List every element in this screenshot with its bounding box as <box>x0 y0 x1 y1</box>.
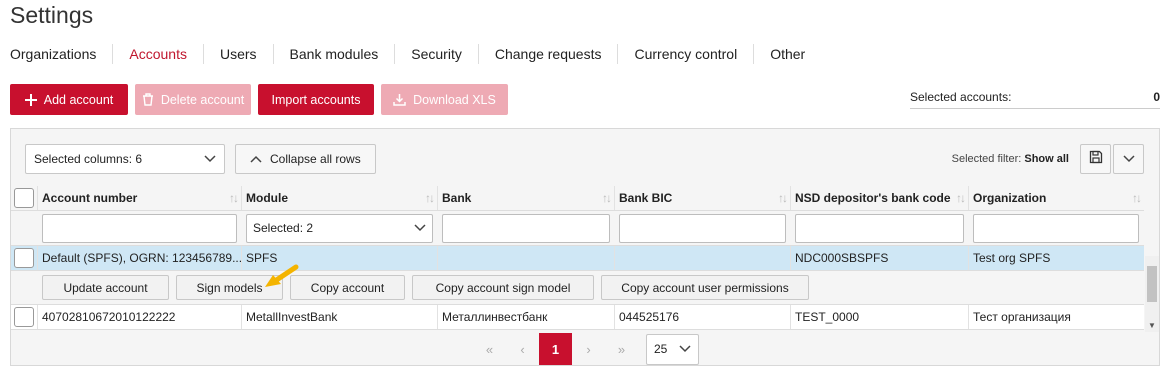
sort-icon: ↑↓ <box>425 191 435 205</box>
tab-users[interactable]: Users <box>202 44 273 64</box>
organization-filter-input[interactable] <box>973 213 1139 243</box>
next-page-button[interactable]: › <box>572 333 605 365</box>
delete-account-button[interactable]: Delete account <box>135 84 251 115</box>
cell-account-number: 40702810672010122222 <box>38 305 242 329</box>
selected-accounts-summary: Selected accounts: 0 <box>910 90 1160 109</box>
cell-nsd-code: NDC000SBSPFS <box>791 246 969 270</box>
bank-bic-filter-input[interactable] <box>619 213 786 243</box>
update-account-button[interactable]: Update account <box>42 275 169 300</box>
last-page-button[interactable]: » <box>605 333 638 365</box>
selected-columns-select[interactable]: Selected columns: 6 <box>25 144 225 174</box>
chevron-down-icon <box>679 342 691 356</box>
settings-tabs: Organizations Accounts Users Bank module… <box>0 44 821 64</box>
delete-account-label: Delete account <box>160 92 245 107</box>
page-title: Settings <box>10 2 94 28</box>
tab-organizations[interactable]: Organizations <box>0 44 112 64</box>
account-number-filter-input[interactable] <box>42 213 237 243</box>
column-header-organization[interactable]: Organization ↑↓ <box>969 186 1144 210</box>
select-all-checkbox[interactable] <box>14 188 34 208</box>
tab-security[interactable]: Security <box>394 44 478 64</box>
filter-menu-button[interactable] <box>1113 144 1144 174</box>
collapse-all-rows-button[interactable]: Collapse all rows <box>235 144 376 174</box>
accounts-panel: Selected columns: 6 Collapse all rows Se… <box>10 128 1160 366</box>
cell-account-number: Default (SPFS), OGRN: 123456789... <box>38 246 242 270</box>
table-row[interactable]: Default (SPFS), OGRN: 123456789... SPFS … <box>11 246 1144 271</box>
cell-organization: Тест организация <box>973 310 1071 324</box>
tab-bank-modules[interactable]: Bank modules <box>272 44 395 64</box>
tab-currency-control[interactable]: Currency control <box>617 44 753 64</box>
selected-accounts-count: 0 <box>1153 90 1160 104</box>
accounts-table: Account number ↑↓ Module ↑↓ Bank ↑↓ Bank BI… <box>11 186 1144 330</box>
row-actions: Update account Sign models Copy account … <box>11 271 1144 305</box>
first-page-button[interactable]: « <box>473 333 506 365</box>
table-header-row: Account number ↑↓ Module ↑↓ Bank ↑↓ Bank BI… <box>11 186 1144 211</box>
page-1-button[interactable]: 1 <box>539 333 572 365</box>
import-accounts-label: Import accounts <box>271 92 361 107</box>
download-xls-label: Download XLS <box>413 92 496 107</box>
tab-change-requests[interactable]: Change requests <box>477 44 618 64</box>
copy-account-button[interactable]: Copy account <box>290 275 405 300</box>
copy-account-user-permissions-button[interactable]: Copy account user permissions <box>601 275 809 300</box>
prev-page-button[interactable]: ‹ <box>506 333 539 365</box>
bank-filter-input[interactable] <box>442 213 610 243</box>
pointer-arrow-icon <box>261 263 301 296</box>
add-account-label: Add account <box>43 92 114 107</box>
row-checkbox[interactable] <box>14 248 34 268</box>
chevron-up-icon <box>250 155 262 163</box>
column-header-bank-bic[interactable]: Bank BIC ↑↓ <box>615 186 791 210</box>
column-header-account-number[interactable]: Account number ↑↓ <box>38 186 242 210</box>
table-scrollbar[interactable]: ▼ <box>1145 256 1159 332</box>
tab-other[interactable]: Other <box>753 44 821 64</box>
sort-icon: ↑↓ <box>778 191 788 205</box>
nsd-code-filter-input[interactable] <box>795 213 964 243</box>
cell-nsd-code: TEST_0000 <box>791 305 969 329</box>
plus-icon <box>24 93 37 106</box>
collapse-all-rows-label: Collapse all rows <box>270 152 361 166</box>
chevron-down-icon <box>1122 150 1135 168</box>
selected-filter-label: Selected filter: <box>951 153 1022 165</box>
selected-columns-label: Selected columns: 6 <box>34 152 143 166</box>
chevron-down-icon <box>414 221 426 235</box>
cell-bank <box>438 246 615 270</box>
selected-filter-value: Show all <box>1024 153 1069 165</box>
column-header-module[interactable]: Module ↑↓ <box>242 186 438 210</box>
chevron-down-icon <box>204 152 216 166</box>
sort-icon: ↑↓ <box>602 191 612 205</box>
table-row[interactable]: 40702810672010122222 MetallInvestBank Ме… <box>11 305 1144 330</box>
tab-accounts[interactable]: Accounts <box>112 44 203 64</box>
cell-organization: Test org SPFS <box>973 251 1051 265</box>
cell-bank-bic <box>615 246 791 270</box>
sort-icon: ↑↓ <box>1132 191 1142 205</box>
scrollbar-thumb[interactable] <box>1147 266 1157 302</box>
download-icon <box>393 93 406 106</box>
import-accounts-button[interactable]: Import accounts <box>258 84 374 115</box>
copy-account-sign-model-button[interactable]: Copy account sign model <box>412 275 594 300</box>
table-filter-row: Selected: 2 <box>11 211 1144 246</box>
selected-filter-info: Selected filter: Show all <box>952 153 1069 165</box>
save-filter-button[interactable] <box>1080 144 1111 174</box>
add-account-button[interactable]: Add account <box>10 84 128 115</box>
trash-icon <box>142 93 154 106</box>
sort-icon: ↑↓ <box>956 191 966 205</box>
cell-bank-bic: 044525176 <box>615 305 791 329</box>
selected-accounts-label: Selected accounts: <box>910 90 1012 104</box>
page-size-select[interactable]: 25 <box>646 333 699 365</box>
sort-icon: ↑↓ <box>229 191 239 205</box>
cell-module: MetallInvestBank <box>242 305 438 329</box>
module-filter-select[interactable]: Selected: 2 <box>246 213 433 243</box>
save-icon <box>1089 150 1103 169</box>
cell-bank: Металлинвестбанк <box>438 305 615 329</box>
column-header-bank[interactable]: Bank ↑↓ <box>438 186 615 210</box>
column-header-nsd-code[interactable]: NSD depositor's bank code ↑↓ <box>791 186 969 210</box>
download-xls-button[interactable]: Download XLS <box>381 84 508 115</box>
pagination: « ‹ 1 › » 25 <box>473 333 699 365</box>
row-checkbox[interactable] <box>14 307 34 327</box>
scroll-down-icon[interactable]: ▼ <box>1148 321 1156 330</box>
toolbar: Add account Delete account Import accoun… <box>10 84 508 115</box>
